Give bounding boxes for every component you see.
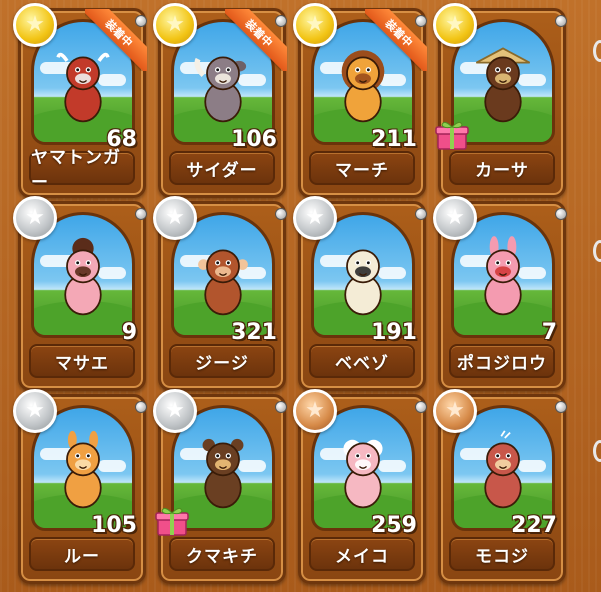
character-card[interactable]: 9 マサエ ★ [13,196,147,391]
character-owl-icon [471,428,535,512]
rivet-icon [275,208,287,220]
owned-count: 259 [371,513,417,538]
rivet-icon [555,15,567,27]
rivet-icon [415,208,427,220]
character-card[interactable]: 259 メイコ ★ [293,389,427,584]
rivet-icon [415,401,427,413]
scroll-ring-decoration [593,40,601,62]
silver-star-medal-icon: ★ [433,196,477,240]
character-bear-icon [191,428,255,512]
character-card[interactable]: 227 モコジ ★ [433,389,567,584]
character-kimono-icon [51,235,115,319]
character-name: ポコジロウ [449,344,555,378]
character-straw-hat-icon [471,42,535,126]
character-name: モコジ [449,537,555,571]
equipped-ribbon: 装着中 [365,9,427,71]
character-card[interactable]: 321 ジージ ★ [153,196,287,391]
equipped-label: 装着中 [365,9,427,71]
equipped-ribbon: 装着中 [85,9,147,71]
bronze-star-medal-icon: ★ [293,389,337,433]
character-card[interactable]: 211 マーチ ★ 装着中 [293,3,427,198]
character-collection-grid: 68 ヤマトンガー ★ 装着中 106 サイダー ★ 装着中 211 マーチ ★ 装着中 [0,0,601,592]
character-name: ルー [29,537,135,571]
gold-star-medal-icon: ★ [13,3,57,47]
character-name: ヤマトンガー [29,148,135,193]
character-name: ジージ [169,344,275,378]
character-zebra-icon [331,235,395,319]
scroll-ring-decoration [593,240,601,262]
character-kangaroo-icon [51,428,115,512]
rivet-icon [555,208,567,220]
character-sheep-icon [331,428,395,512]
gift-box-icon[interactable] [435,119,469,151]
silver-star-medal-icon: ★ [293,196,337,240]
character-card[interactable]: 106 サイダー ★ 装着中 [153,3,287,198]
silver-star-medal-icon: ★ [13,389,57,433]
bronze-star-medal-icon: ★ [433,389,477,433]
character-name: マサエ [29,344,135,378]
gift-box-icon[interactable] [155,505,189,537]
owned-count: 227 [511,513,557,538]
owned-count: 211 [371,127,417,152]
scroll-ring-decoration [593,440,601,462]
character-card[interactable]: クマキチ ★ [153,389,287,584]
equipped-label: 装着中 [85,9,147,71]
character-card[interactable]: カーサ ★ [433,3,567,198]
gold-star-medal-icon: ★ [433,3,477,47]
character-name: サイダー [169,151,275,185]
rivet-icon [275,401,287,413]
character-name: ベベゾ [309,344,415,378]
character-card[interactable]: 7 ポコジロウ ★ [433,196,567,391]
rivet-icon [135,401,147,413]
character-card[interactable]: 191 ベベゾ ★ [293,196,427,391]
silver-star-medal-icon: ★ [153,389,197,433]
character-monkey-icon [191,235,255,319]
character-name: カーサ [449,151,555,185]
gold-star-medal-icon: ★ [293,3,337,47]
character-name: マーチ [309,151,415,185]
rivet-icon [135,208,147,220]
owned-count: 105 [91,513,137,538]
rivet-icon [555,401,567,413]
owned-count: 106 [231,127,277,152]
owned-count: 321 [231,320,277,345]
silver-star-medal-icon: ★ [153,196,197,240]
character-name: メイコ [309,537,415,571]
equipped-label: 装着中 [225,9,287,71]
silver-star-medal-icon: ★ [13,196,57,240]
character-rabbit-icon [471,235,535,319]
gold-star-medal-icon: ★ [153,3,197,47]
owned-count: 191 [371,320,417,345]
owned-count: 7 [541,320,557,345]
equipped-ribbon: 装着中 [225,9,287,71]
owned-count: 9 [121,320,137,345]
character-card[interactable]: 105 ルー ★ [13,389,147,584]
character-name: クマキチ [169,537,275,571]
character-card[interactable]: 68 ヤマトンガー ★ 装着中 [13,3,147,198]
